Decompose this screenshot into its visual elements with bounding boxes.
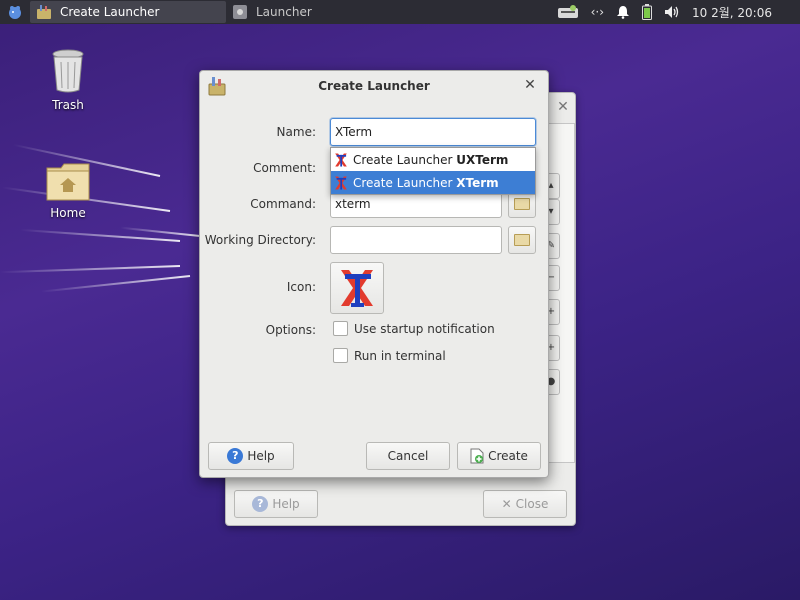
task-create-launcher[interactable]: Create Launcher [30, 1, 226, 23]
keyboard-icon[interactable] [557, 5, 579, 19]
working-directory-label: Working Directory: [204, 233, 316, 247]
folder-icon [514, 234, 530, 246]
xfce-mouse-icon [9, 6, 21, 19]
desktop-icon-home[interactable]: Home [28, 162, 108, 220]
autocomplete-item-xterm[interactable]: Create Launcher XTerm [331, 171, 535, 194]
volume-icon[interactable] [664, 5, 680, 19]
icon-label: Icon: [286, 280, 316, 294]
desktop-icon-trash[interactable]: Trash [28, 48, 108, 112]
dialog-title: Create Launcher [318, 79, 430, 93]
icon-chooser-button[interactable] [330, 262, 384, 314]
name-autocomplete-popup: Create Launcher UXTerm Create Launcher X… [330, 147, 536, 195]
dialog-titlebar[interactable]: Create Launcher ✕ [200, 71, 548, 101]
run-in-terminal-checkbox[interactable]: Run in terminal [333, 348, 446, 363]
help-label: Help [247, 449, 275, 463]
back-close-label: Close [515, 497, 549, 511]
name-label: Name: [276, 125, 316, 139]
xterm-icon [341, 270, 373, 307]
launcher-app-icon [37, 5, 51, 19]
back-help-button[interactable]: ? Help [234, 490, 318, 518]
working-directory-browse-button[interactable] [508, 226, 536, 254]
desktop-icon-label: Trash [52, 98, 84, 112]
xterm-icon [335, 175, 347, 190]
autocomplete-item-text: Create Launcher UXTerm [353, 152, 509, 167]
help-icon: ? [227, 448, 244, 464]
trash-icon [52, 49, 84, 93]
create-file-icon [470, 448, 484, 464]
create-launcher-dialog: Create Launcher ✕ Name: XTerm Comment: C… [199, 70, 549, 478]
clock[interactable]: 10 2월, 20:06 [692, 4, 772, 21]
name-input[interactable]: XTerm [330, 118, 536, 146]
dialog-close-icon[interactable]: ✕ [522, 77, 538, 93]
run-in-terminal-label: Run in terminal [354, 348, 446, 363]
top-panel: Create Launcher Launcher ‹·› 10 2월, 20:0… [0, 0, 800, 24]
startup-notification-label: Use startup notification [354, 321, 495, 336]
help-button[interactable]: ? Help [208, 442, 294, 470]
command-label: Command: [250, 197, 316, 211]
create-button[interactable]: Create [457, 442, 541, 470]
network-icon[interactable]: ‹·› [591, 5, 604, 19]
notification-bell-icon[interactable] [616, 5, 630, 19]
checkbox-box[interactable] [333, 348, 348, 363]
settings-app-icon [233, 5, 247, 19]
cancel-label: Cancel [387, 449, 429, 463]
system-tray: ‹·› 10 2월, 20:06 [557, 4, 800, 21]
cancel-button[interactable]: Cancel [366, 442, 450, 470]
help-icon: ? [252, 496, 269, 512]
command-input-value: xterm [335, 197, 371, 211]
autocomplete-item-uxterm[interactable]: Create Launcher UXTerm [331, 148, 535, 171]
name-input-value: XTerm [335, 125, 373, 139]
comment-label: Comment: [253, 161, 316, 175]
back-close-button[interactable]: ✕ Close [483, 490, 567, 518]
task-launcher[interactable]: Launcher [226, 1, 416, 23]
task-label: Create Launcher [60, 5, 160, 19]
battery-icon[interactable] [642, 4, 653, 20]
home-folder-icon [46, 163, 90, 201]
launcher-app-icon [208, 77, 226, 96]
close-icon: ✕ [501, 497, 512, 511]
applications-menu-button[interactable] [0, 0, 30, 24]
checkbox-box[interactable] [333, 321, 348, 336]
back-close-icon[interactable]: ✕ [555, 99, 571, 115]
xterm-icon [335, 152, 347, 167]
desktop-icon-label: Home [50, 206, 86, 220]
autocomplete-item-text: Create Launcher XTerm [353, 175, 499, 190]
task-label: Launcher [256, 5, 312, 19]
working-directory-input[interactable] [330, 226, 502, 254]
startup-notification-checkbox[interactable]: Use startup notification [333, 321, 495, 336]
create-label: Create [488, 449, 528, 463]
options-label: Options: [265, 323, 316, 337]
folder-icon [514, 198, 530, 210]
back-help-label: Help [272, 497, 300, 511]
